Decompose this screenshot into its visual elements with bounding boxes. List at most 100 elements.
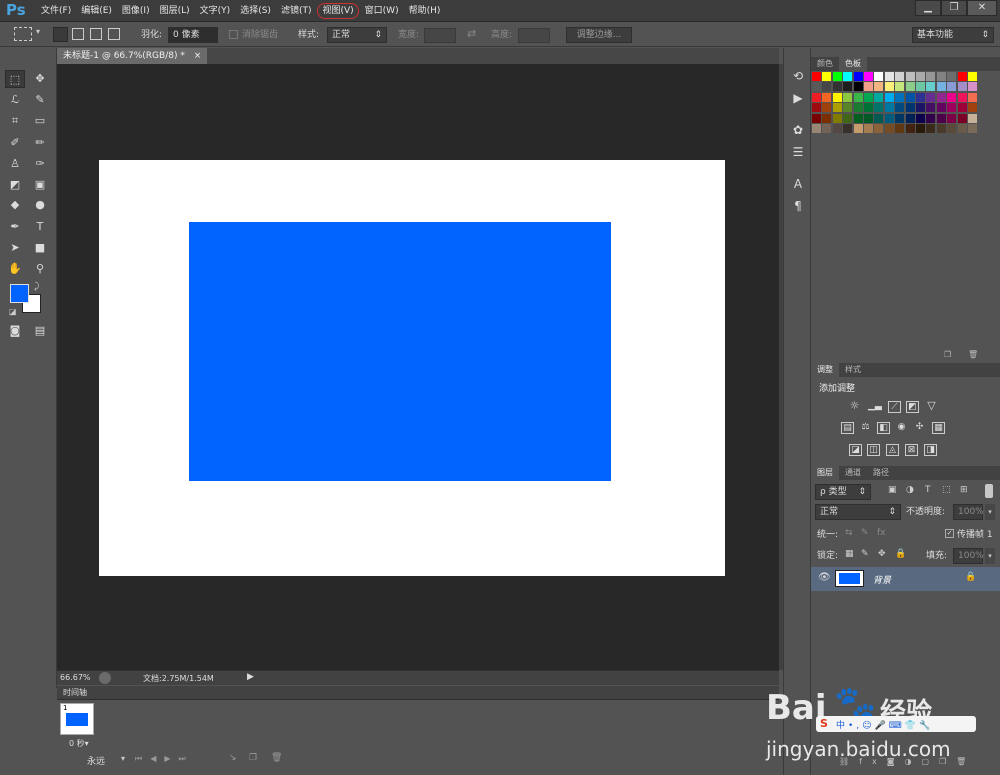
lock-image-icon[interactable]: ✎ (861, 549, 869, 559)
new-swatch-icon[interactable]: ❐ (944, 350, 951, 359)
tab-swatches[interactable]: 色板 (839, 57, 867, 71)
antialias-checkbox[interactable] (229, 30, 238, 39)
brightness-icon[interactable]: ☼ (848, 400, 861, 413)
color-swatch[interactable] (864, 72, 873, 81)
color-swatch[interactable] (936, 113, 946, 123)
menu-file[interactable]: 文件(F) (36, 0, 76, 22)
loop-chevron-icon[interactable]: ▾ (121, 754, 125, 763)
color-swatch[interactable] (957, 92, 967, 102)
paragraph-panel-icon[interactable]: ¶ (789, 198, 807, 214)
color-lookup-icon[interactable]: ▦ (932, 422, 945, 434)
vibrance-icon[interactable]: ▽ (925, 400, 938, 413)
document-canvas[interactable] (99, 160, 725, 576)
quick-mask-icon[interactable]: ◙ (5, 322, 25, 340)
menu-window[interactable]: 窗口(W) (360, 0, 404, 22)
lock-transparent-icon[interactable]: ▦ (845, 549, 854, 559)
lock-all-icon[interactable]: 🔒 (895, 549, 906, 559)
brush-tool-icon[interactable]: ✏ (30, 134, 50, 152)
photo-filter-icon[interactable]: ◉ (895, 422, 908, 434)
color-swatch[interactable] (926, 113, 936, 123)
spot-healing-tool-icon[interactable]: ✐ (5, 134, 25, 152)
color-swatch[interactable] (874, 124, 884, 133)
tab-channels[interactable]: 通道 (839, 466, 867, 480)
add-selection-icon[interactable] (72, 28, 84, 40)
color-swatch[interactable] (864, 103, 873, 113)
propagate-checkbox[interactable]: ✓ (945, 529, 954, 538)
menu-help[interactable]: 帮助(H) (404, 0, 446, 22)
color-swatch[interactable] (895, 82, 905, 92)
marquee-preset-icon[interactable] (14, 27, 32, 41)
menu-edit[interactable]: 编辑(E) (76, 0, 117, 22)
filter-pixel-icon[interactable]: ▣ (888, 485, 897, 495)
playback-controls[interactable]: ⏮◀▶⏭ (135, 754, 194, 764)
menu-filter[interactable]: 滤镜(T) (276, 0, 317, 22)
history-brush-tool-icon[interactable]: ✑ (30, 155, 50, 173)
brush-panel-icon[interactable]: ☰ (789, 144, 807, 160)
ruler-tool-icon[interactable]: ▭ (30, 112, 50, 130)
color-swatch[interactable] (916, 124, 925, 133)
gradient-map-icon[interactable]: ◨ (924, 444, 937, 456)
color-swatch[interactable] (968, 103, 977, 113)
tab-styles[interactable]: 样式 (839, 363, 867, 377)
opacity-chevron-icon[interactable]: ▾ (985, 504, 995, 520)
lasso-tool-icon[interactable]: ℒ (5, 91, 25, 109)
type-tool-icon[interactable]: T (30, 218, 50, 236)
color-balance-icon[interactable]: ⚖ (859, 422, 872, 434)
levels-icon[interactable]: ▁▃ (868, 401, 882, 413)
color-swatch[interactable] (936, 92, 946, 102)
color-swatch[interactable] (957, 72, 967, 81)
color-swatch[interactable] (853, 124, 863, 133)
new-selection-icon[interactable] (53, 27, 68, 42)
menu-layer[interactable]: 图层(L) (155, 0, 195, 22)
menu-view[interactable]: 视图(V) (317, 3, 359, 19)
clone-stamp-tool-icon[interactable]: ♙ (5, 155, 25, 173)
color-swatch[interactable] (936, 72, 946, 81)
color-swatch[interactable] (957, 124, 967, 133)
delete-frame-icon[interactable]: 🗑 (271, 753, 282, 763)
color-swatch[interactable] (812, 82, 821, 92)
animation-frame[interactable]: 1 (60, 703, 94, 735)
color-swatch[interactable] (874, 72, 884, 81)
color-swatch[interactable] (968, 82, 977, 92)
color-swatch[interactable] (895, 92, 905, 102)
color-swatch[interactable] (812, 72, 821, 81)
layer-name[interactable]: 背景 (873, 573, 891, 586)
tab-adjustments[interactable]: 调整 (811, 363, 839, 377)
color-swatch[interactable] (832, 72, 842, 81)
curves-icon[interactable]: ⟋ (888, 401, 901, 413)
color-swatch[interactable] (968, 113, 977, 123)
color-swatch[interactable] (905, 72, 915, 81)
color-swatch[interactable] (947, 92, 957, 102)
filter-type-icon[interactable]: T (925, 485, 931, 495)
lock-position-icon[interactable]: ✥ (878, 549, 886, 559)
color-swatch[interactable] (884, 92, 894, 102)
color-swatch[interactable] (832, 103, 842, 113)
color-swatch[interactable] (926, 103, 936, 113)
color-swatch[interactable] (812, 92, 821, 102)
width-input[interactable] (424, 28, 456, 43)
actions-panel-icon[interactable]: ▶ (789, 90, 807, 106)
tab-layers[interactable]: 图层 (811, 466, 839, 480)
color-swatch[interactable] (895, 113, 905, 123)
crop-tool-icon[interactable]: ⌗ (5, 112, 25, 130)
color-swatch[interactable] (916, 92, 925, 102)
fill-chevron-icon[interactable]: ▾ (985, 548, 995, 564)
color-swatch[interactable] (874, 103, 884, 113)
color-swatch[interactable] (884, 72, 894, 81)
color-swatch[interactable] (936, 124, 946, 133)
path-selection-tool-icon[interactable]: ➤ (5, 239, 25, 257)
color-swatch[interactable] (884, 103, 894, 113)
color-swatch[interactable] (926, 124, 936, 133)
black-white-icon[interactable]: ◧ (877, 422, 890, 434)
color-swatch[interactable] (947, 103, 957, 113)
zoom-tool-icon[interactable]: ⚲ (30, 260, 50, 278)
exposure-icon[interactable]: ◩ (906, 401, 919, 413)
color-swatch[interactable] (874, 82, 884, 92)
color-swatch[interactable] (812, 103, 821, 113)
document-tab[interactable]: 未标题-1 @ 66.7%(RGB/8) * × (57, 48, 208, 64)
color-swatch[interactable] (864, 113, 873, 123)
layer-row[interactable]: 👁 背景 🔒 (811, 567, 1000, 591)
color-swatch[interactable] (853, 103, 863, 113)
intersect-selection-icon[interactable] (108, 28, 120, 40)
color-swatch[interactable] (884, 82, 894, 92)
